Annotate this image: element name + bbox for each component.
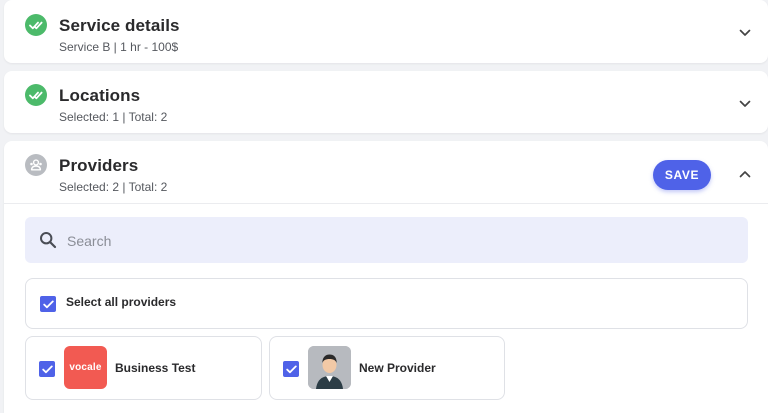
provider-name: Business Test [115,361,196,375]
checkbox-checked-icon[interactable] [283,361,299,377]
vocale-logo: vocale [64,346,107,389]
select-all-label: Select all providers [66,295,177,309]
save-button[interactable]: SAVE [653,160,711,190]
step-service-details[interactable]: Service details Service B | 1 hr - 100$ [4,0,768,63]
users-icon [25,154,47,176]
step-title: Locations [59,86,141,105]
step-locations[interactable]: Locations Selected: 1 | Total: 2 [4,71,768,133]
step-subtitle: Selected: 1 | Total: 2 [59,110,168,124]
person-avatar [308,346,351,389]
provider-search [25,217,748,265]
chevron-up-icon[interactable] [736,165,754,183]
vocale-logo-text: vocale [69,362,102,373]
double-check-icon [25,84,47,106]
chevron-down-icon[interactable] [736,95,754,113]
provider-item[interactable]: New Provider [269,336,505,400]
chevron-down-icon[interactable] [736,24,754,42]
provider-item[interactable]: vocale Business Test [25,336,262,400]
select-all-row[interactable]: Select all providers [25,278,748,329]
provider-name: New Provider [359,361,436,375]
checkbox-checked-icon[interactable] [39,361,55,377]
step-title: Service details [59,16,180,35]
checkbox-checked-icon[interactable] [40,296,56,312]
double-check-icon [25,14,47,36]
search-input[interactable] [65,217,729,265]
step-subtitle: Selected: 2 | Total: 2 [59,180,168,194]
search-icon [39,231,57,254]
step-providers: Providers Selected: 2 | Total: 2 SAVE Se… [4,141,768,413]
step-subtitle: Service B | 1 hr - 100$ [59,40,179,54]
divider [4,203,768,204]
step-title: Providers [59,156,139,175]
